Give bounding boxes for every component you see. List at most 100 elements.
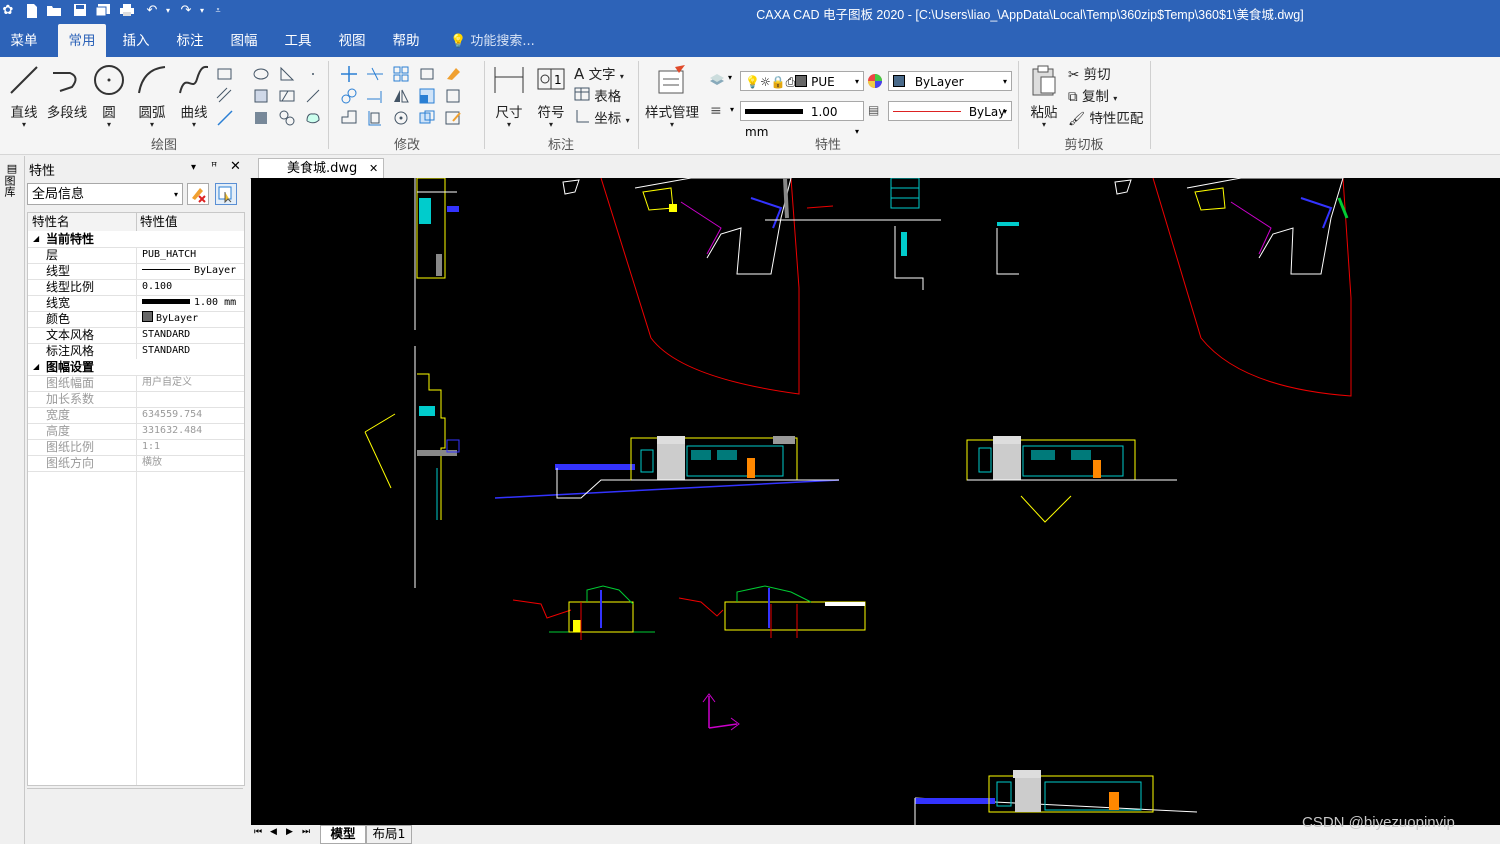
layout-tab-layout1[interactable]: 布局1 — [366, 825, 412, 844]
first-layout-icon[interactable]: ⏮ — [254, 827, 262, 837]
feature-search[interactable]: 💡 功能搜索... — [450, 24, 550, 57]
property-value-cell[interactable]: ByLayer — [140, 263, 246, 279]
document-tab[interactable]: 美食城.dwg ✕ — [258, 158, 384, 179]
property-value-cell[interactable]: 1.00 mm — [140, 295, 246, 311]
array-icon[interactable] — [392, 65, 410, 83]
arc-button[interactable]: 圆弧 ▾ — [132, 63, 172, 129]
quick-select-button[interactable] — [215, 183, 237, 205]
tab-annotate[interactable]: 标注 — [166, 24, 214, 57]
property-row[interactable]: 图纸方向 横放 — [28, 455, 244, 472]
property-value-cell[interactable]: ByLayer — [140, 311, 246, 327]
property-category[interactable]: ◢ 图幅设置 — [28, 359, 244, 376]
line-button[interactable]: 直线 ▾ — [6, 63, 42, 129]
lineweight-combo[interactable]: 1.00 mm ▾ — [740, 101, 864, 139]
rotate-icon[interactable] — [392, 109, 410, 127]
edit-properties-icon[interactable] — [444, 109, 462, 127]
tab-common[interactable]: 常用 — [58, 24, 106, 57]
centerline-icon[interactable] — [304, 87, 322, 105]
collapse-icon[interactable]: ◢ — [33, 231, 39, 247]
scale-icon[interactable] — [418, 87, 436, 105]
gear-cluster-icon[interactable] — [278, 109, 296, 127]
property-row[interactable]: 加长系数 — [28, 391, 244, 408]
circle-button[interactable]: 圆 ▾ — [92, 63, 126, 129]
chamfer-icon[interactable] — [366, 109, 384, 127]
library-tab[interactable]: ▤ 图库 — [3, 162, 21, 197]
color-wheel-icon[interactable] — [866, 72, 884, 90]
table-button[interactable]: 表格 — [574, 85, 634, 105]
polyline-button[interactable]: 多段线 — [46, 63, 88, 129]
eraser-icon[interactable] — [444, 65, 462, 83]
mirror-icon[interactable] — [392, 87, 410, 105]
match-properties-button[interactable]: 🖌 特性匹配 — [1068, 107, 1148, 127]
tab-view[interactable]: 视图 — [328, 24, 376, 57]
extend-icon[interactable] — [366, 87, 384, 105]
layer-manager-dropdown-icon[interactable]: ▾ — [728, 73, 732, 82]
selection-dropdown[interactable]: 全局信息 ▾ — [27, 183, 183, 205]
copy-button[interactable]: ⧉ 复制 ▾ — [1068, 85, 1138, 105]
layer-combo[interactable]: 💡☼🔒⎙ PUE ▾ — [740, 71, 864, 91]
prev-layout-icon[interactable]: ◀ — [270, 827, 277, 837]
layer-manager-icon[interactable] — [708, 71, 726, 89]
hatch-icon[interactable] — [278, 87, 296, 105]
symbol-button[interactable]: 1 符号 ▾ — [532, 63, 570, 129]
move-icon[interactable] — [340, 65, 358, 83]
stretch-icon[interactable] — [340, 109, 358, 127]
parallel-line-icon[interactable] — [216, 87, 234, 105]
collapse-icon[interactable]: ◢ — [33, 359, 39, 375]
color-combo[interactable]: ByLayer ▾ — [888, 71, 1012, 91]
property-row[interactable]: 线型 ByLayer — [28, 263, 244, 280]
copy-object-icon[interactable] — [340, 87, 358, 105]
cut-button[interactable]: ✂ 剪切 — [1068, 63, 1138, 83]
pin-icon[interactable]: ꟸ — [211, 160, 217, 173]
property-row[interactable]: 文本风格 STANDARD — [28, 327, 244, 344]
block-icon[interactable] — [252, 109, 270, 127]
property-row[interactable]: 图纸比例 1:1 — [28, 439, 244, 456]
cloud-line-icon[interactable] — [304, 109, 322, 127]
drawing-canvas[interactable] — [251, 178, 1500, 825]
tab-help[interactable]: 帮助 — [382, 24, 430, 57]
property-row[interactable]: 高度 331632.484 — [28, 423, 244, 440]
offset-icon[interactable] — [444, 87, 462, 105]
style-manager-button[interactable]: 样式管理 ▾ — [644, 63, 700, 129]
panel-dropdown-icon[interactable]: ▾ — [191, 162, 196, 173]
property-row[interactable]: 宽度 634559.754 — [28, 407, 244, 424]
text-button[interactable]: A 文字 ▾ — [574, 63, 634, 83]
clear-selection-button[interactable] — [187, 183, 209, 205]
property-row[interactable]: 颜色 ByLayer — [28, 311, 244, 328]
property-row[interactable]: 线型比例 0.100 — [28, 279, 244, 296]
trim-icon[interactable] — [366, 65, 384, 83]
tab-tools[interactable]: 工具 — [274, 24, 322, 57]
tab-insert[interactable]: 插入 — [112, 24, 160, 57]
property-value-cell[interactable]: PUB_HATCH — [140, 247, 246, 263]
property-value-cell[interactable]: 634559.754 — [140, 407, 246, 423]
close-panel-icon[interactable]: ✕ — [230, 159, 241, 174]
polygon-icon[interactable] — [278, 65, 296, 83]
property-value-cell[interactable]: STANDARD — [140, 327, 246, 343]
property-row[interactable]: 图纸幅面 用户自定义 — [28, 375, 244, 392]
property-row[interactable]: 线宽 1.00 mm — [28, 295, 244, 312]
property-value-cell[interactable]: STANDARD — [140, 343, 246, 359]
col-value-header[interactable]: 特性值 — [140, 213, 178, 231]
tab-menu[interactable]: 菜单 — [0, 24, 48, 57]
rectangle-icon[interactable] — [216, 65, 234, 83]
lineweight-icon[interactable]: ≡ — [710, 103, 722, 119]
property-row[interactable]: 标注风格 STANDARD — [28, 343, 244, 360]
layout-tab-model[interactable]: 模型 — [320, 825, 366, 844]
lineweight-dropdown-icon[interactable]: ▾ — [730, 105, 734, 114]
property-value-cell[interactable]: 1:1 — [140, 439, 246, 455]
tab-sheet[interactable]: 图幅 — [220, 24, 268, 57]
coordinate-button[interactable]: 坐标 ▾ — [574, 107, 634, 127]
point-icon[interactable] — [304, 65, 322, 83]
property-value-cell[interactable]: 用户自定义 — [140, 375, 246, 391]
linetype-icon[interactable]: ▤ — [868, 103, 879, 117]
property-value-cell[interactable]: 331632.484 — [140, 423, 246, 439]
linetype-combo[interactable]: ByLay ▾ — [888, 101, 1012, 121]
dimension-button[interactable]: 尺寸 ▾ — [490, 63, 528, 129]
paste-button[interactable]: 粘贴 ▾ — [1024, 63, 1064, 129]
last-layout-icon[interactable]: ⏭ — [302, 827, 310, 837]
property-category[interactable]: ◢ 当前特性 — [28, 231, 244, 248]
explode-icon[interactable] — [418, 109, 436, 127]
next-layout-icon[interactable]: ▶ — [286, 827, 293, 837]
property-row[interactable]: 层 PUB_HATCH — [28, 247, 244, 264]
construction-line-icon[interactable] — [216, 109, 234, 127]
